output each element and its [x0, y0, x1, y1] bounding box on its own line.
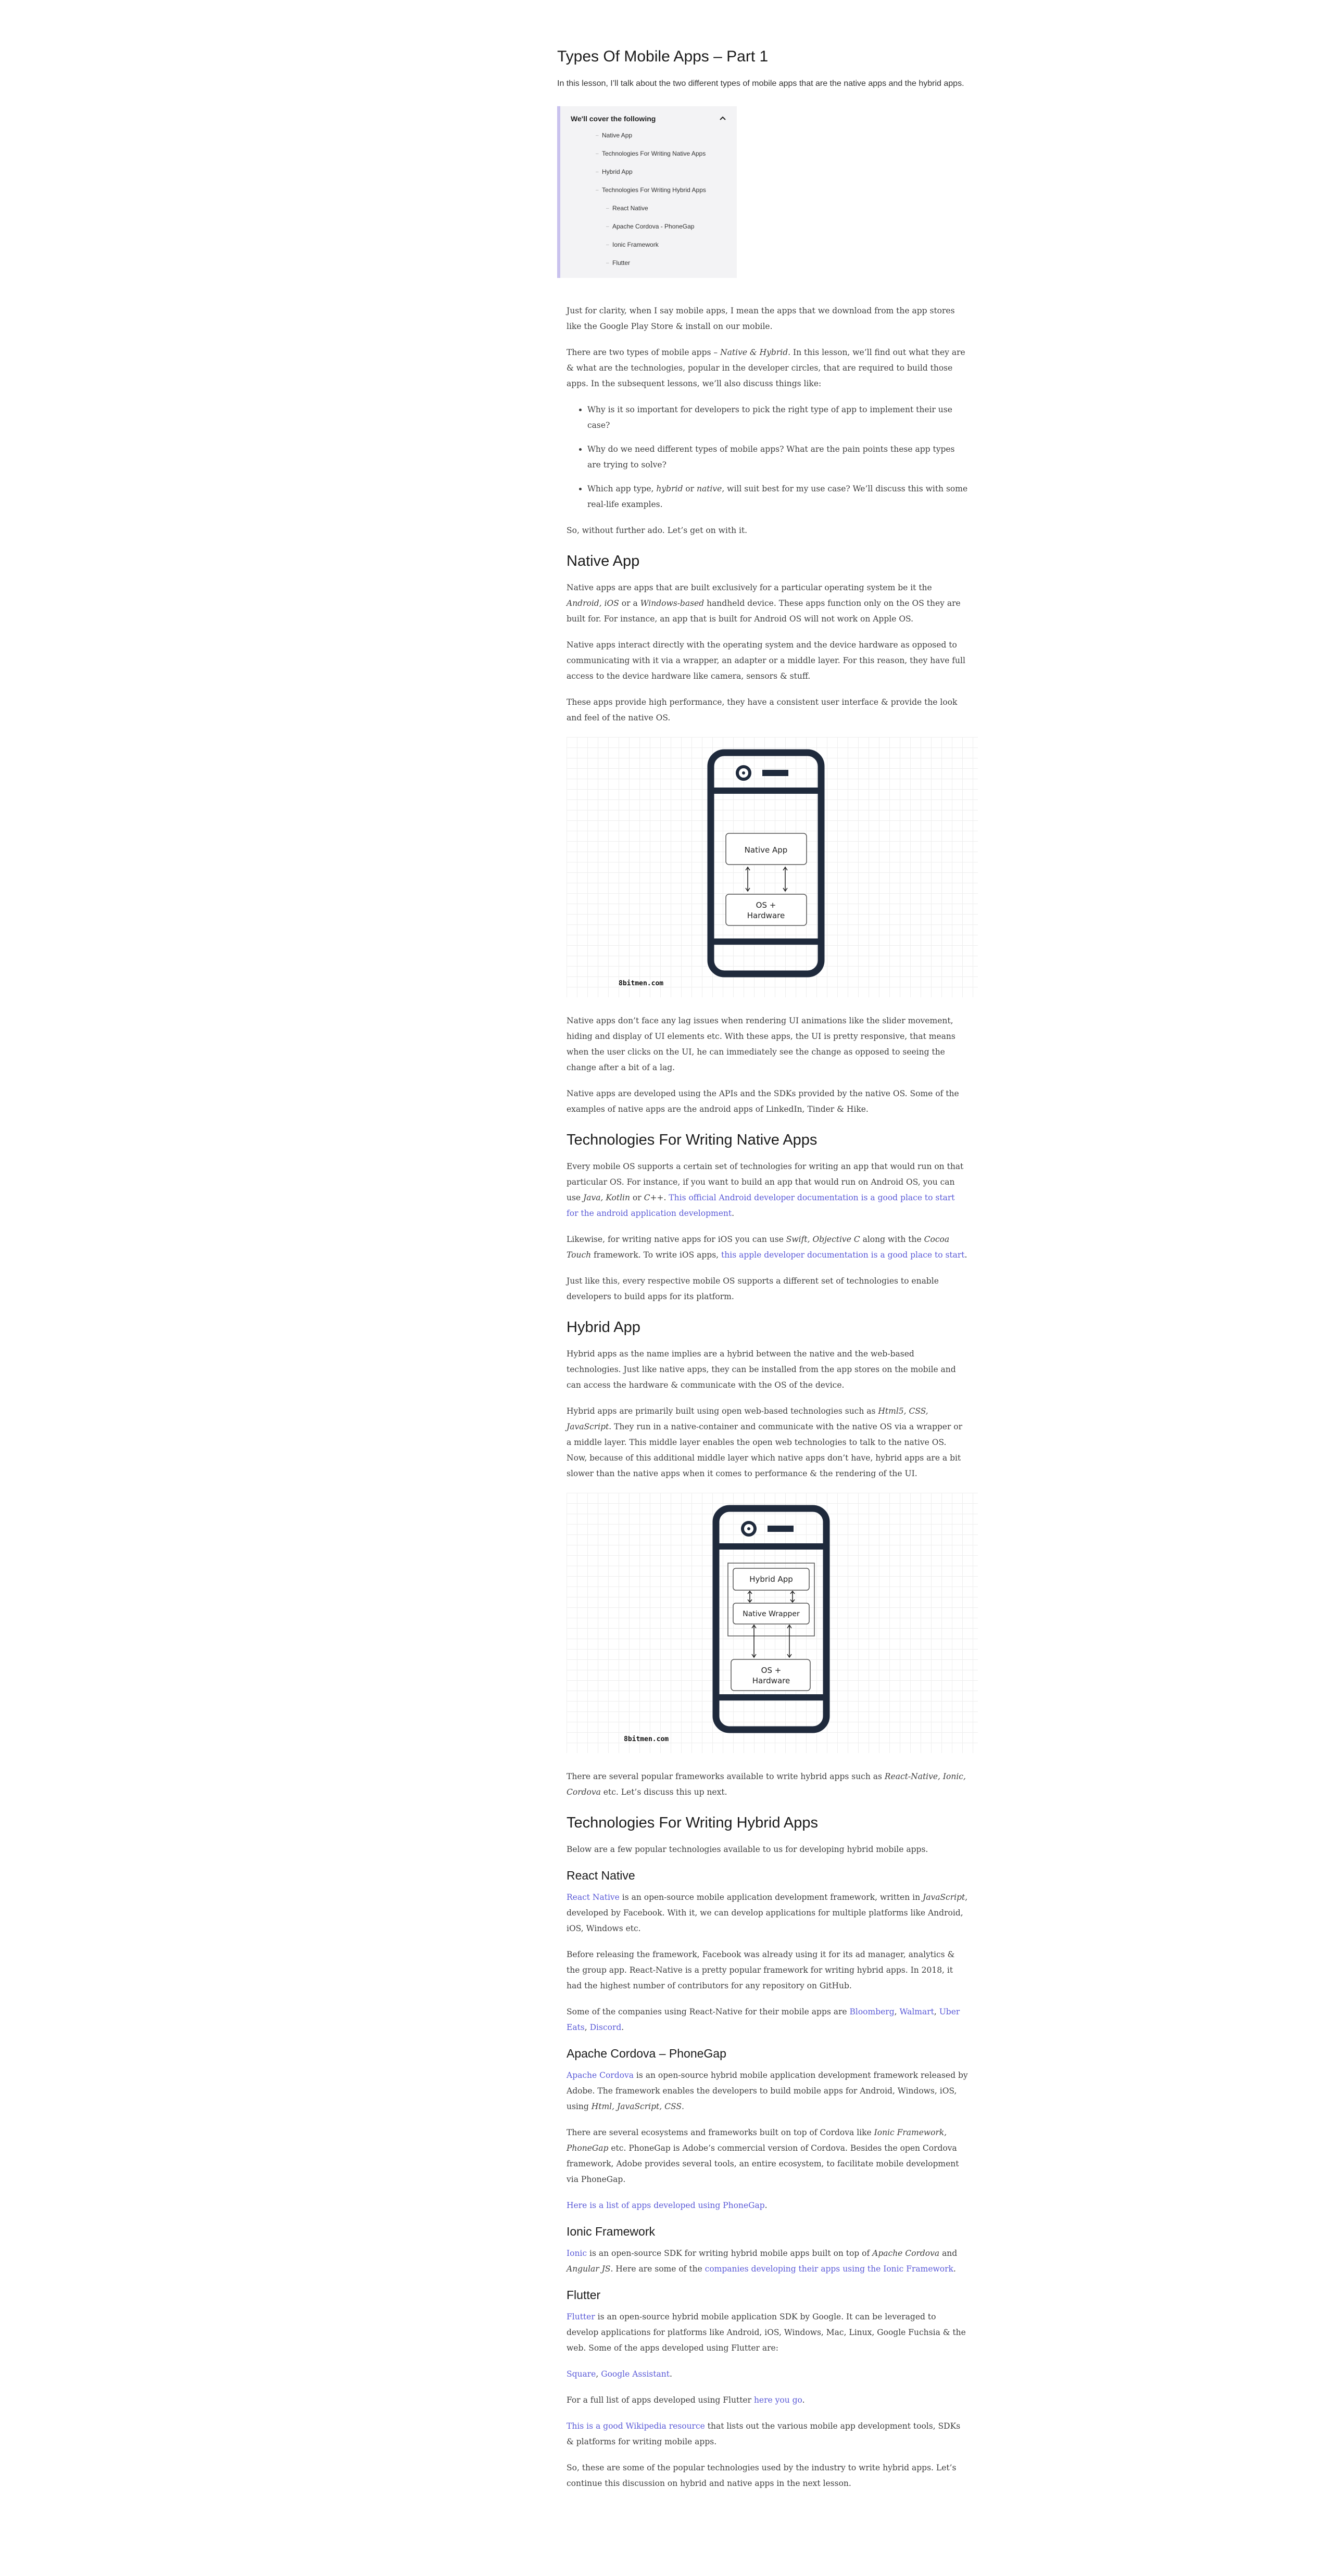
paragraph: Native apps are developed using the APIs… [567, 1089, 959, 1114]
toc-item-tech-native[interactable]: Technologies For Writing Native Apps [571, 149, 726, 158]
paragraph: Just like this, every respective mobile … [567, 1276, 939, 1301]
question-list: Why is it so important for developers to… [567, 402, 969, 512]
list-item: Why is it so important for developers to… [587, 402, 969, 433]
apple-docs-link[interactable]: this apple developer documentation is a … [721, 1250, 965, 1260]
flutter-link[interactable]: Flutter [567, 2312, 595, 2321]
paragraph: Flutter is an open-source hybrid mobile … [567, 2312, 966, 2353]
paragraph: These apps provide high performance, the… [567, 697, 958, 722]
list-item: Which app type, hybrid or native, will s… [587, 481, 969, 512]
toc-item-native-app[interactable]: Native App [571, 131, 726, 140]
section-heading-hybrid-app: Hybrid App [567, 1319, 640, 1336]
toc-item-flutter[interactable]: Flutter [571, 259, 726, 268]
toc-item-tech-hybrid[interactable]: Technologies For Writing Hybrid Apps [571, 186, 726, 195]
section-heading-tech-hybrid: Technologies For Writing Hybrid Apps [567, 1814, 819, 1831]
toc-item-hybrid-app[interactable]: Hybrid App [571, 168, 726, 176]
bloomberg-link[interactable]: Bloomberg [850, 2007, 895, 2016]
toc-item-ionic[interactable]: Ionic Framework [571, 240, 726, 249]
paragraph: Some of the companies using React-Native… [567, 2007, 960, 2032]
os-hardware-label-2: Hardware [747, 911, 785, 920]
paragraph: Native apps don’t face any lag issues wh… [567, 1016, 955, 1072]
toc-header[interactable]: We'll cover the following [571, 115, 726, 123]
paragraph: So, these are some of the popular techno… [567, 2463, 957, 2488]
paragraph: Native apps are apps that are built excl… [567, 583, 961, 624]
paragraph: Hybrid apps as the name implies are a hy… [567, 1349, 956, 1390]
speaker-icon [768, 1526, 794, 1532]
intro-paragraph: There are two types of mobile apps – Nat… [567, 348, 965, 388]
os-hardware-box [731, 1659, 811, 1691]
paragraph: Here is a list of apps developed using P… [567, 2201, 768, 2210]
discord-link[interactable]: Discord [590, 2023, 622, 2032]
intro-paragraph: So, without further ado. Let’s get on wi… [567, 526, 748, 535]
paragraph: Apache Cordova is an open-source hybrid … [567, 2071, 968, 2111]
paragraph: Square, Google Assistant. [567, 2369, 672, 2379]
flutter-apps-link[interactable]: here you go [754, 2395, 802, 2405]
toc-item-cordova[interactable]: Apache Cordova - PhoneGap [571, 222, 726, 231]
native-wrapper-label: Native Wrapper [743, 1610, 800, 1618]
paragraph: There are several ecosystems and framewo… [567, 2128, 959, 2184]
square-link[interactable]: Square [567, 2369, 596, 2379]
speaker-icon [762, 770, 788, 776]
page-title: Types Of Mobile Apps – Part 1 [557, 48, 769, 65]
paragraph: Below are a few popular technologies ava… [567, 1845, 928, 1854]
figure-credit: 8bitmen.com [624, 1735, 669, 1743]
section-heading-tech-native: Technologies For Writing Native Apps [567, 1132, 818, 1148]
paragraph: Before releasing the framework, Facebook… [567, 1950, 955, 1990]
toc-list: Native App Technologies For Writing Nati… [571, 131, 726, 268]
paragraph: Ionic is an open-source SDK for writing … [567, 2249, 958, 2274]
walmart-link[interactable]: Walmart [900, 2007, 934, 2016]
toc-item-react-native[interactable]: React Native [571, 204, 726, 213]
subheading-flutter: Flutter [567, 2288, 601, 2302]
page-subtitle: In this lesson, I’ll talk about the two … [557, 79, 964, 88]
native-app-diagram: Native App OS + Hardware 8bitmen.com [567, 737, 978, 997]
arrow-right [783, 866, 788, 892]
phonegap-apps-link[interactable]: Here is a list of apps developed using P… [567, 2201, 765, 2210]
react-native-link[interactable]: React Native [567, 1893, 620, 1902]
wikipedia-link[interactable]: This is a good Wikipedia resource [567, 2421, 705, 2431]
lesson-content: Just for clarity, when I say mobile apps… [557, 303, 978, 2491]
subheading-ionic: Ionic Framework [567, 2225, 655, 2238]
intro-paragraph: Just for clarity, when I say mobile apps… [567, 306, 955, 331]
subheading-cordova: Apache Cordova – PhoneGap [567, 2047, 726, 2060]
paragraph: Hybrid apps are primarily built using op… [567, 1406, 963, 1478]
ionic-link[interactable]: Ionic [567, 2249, 587, 2258]
toc-heading: We'll cover the following [571, 115, 656, 123]
hybrid-app-diagram: Hybrid App Native Wrapper OS + Hardware … [567, 1493, 978, 1753]
paragraph: This is a good Wikipedia resource that l… [567, 2421, 961, 2446]
list-item: Why do we need different types of mobile… [587, 441, 969, 473]
paragraph: React Native is an open-source mobile ap… [567, 1893, 968, 1933]
table-of-contents: We'll cover the following Native App Tec… [557, 106, 737, 278]
paragraph: For a full list of apps developed using … [567, 2395, 805, 2405]
section-heading-native-app: Native App [567, 553, 640, 569]
os-hardware-box [725, 894, 807, 926]
os-hardware-label-2: Hardware [752, 1676, 790, 1685]
apache-cordova-link[interactable]: Apache Cordova [567, 2071, 634, 2080]
native-app-label: Native App [745, 845, 788, 855]
os-hardware-label-1: OS + [756, 900, 776, 910]
chevron-up-icon[interactable] [719, 115, 726, 122]
figure-credit: 8bitmen.com [619, 980, 663, 987]
os-hardware-label-1: OS + [761, 1666, 782, 1675]
subheading-react-native: React Native [567, 1869, 635, 1882]
paragraph: Likewise, for writing native apps for iO… [567, 1235, 967, 1260]
paragraph: Every mobile OS supports a certain set o… [567, 1162, 964, 1218]
paragraph: There are several popular frameworks ava… [567, 1772, 966, 1797]
ionic-companies-link[interactable]: companies developing their apps using th… [705, 2264, 953, 2274]
lesson-page: Types Of Mobile Apps – Part 1 In this le… [557, 47, 979, 2502]
google-assistant-link[interactable]: Google Assistant [601, 2369, 670, 2379]
arrow-left [745, 866, 750, 892]
hybrid-app-label: Hybrid App [749, 1575, 793, 1584]
paragraph: Native apps interact directly with the o… [567, 640, 965, 681]
